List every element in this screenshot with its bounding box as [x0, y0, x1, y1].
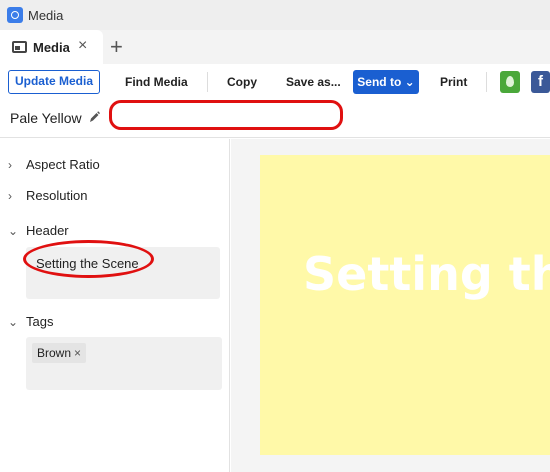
add-tab-button[interactable]: +	[110, 34, 123, 60]
section-label: Header	[26, 223, 69, 238]
tab-label: Media	[33, 40, 70, 55]
find-media-button[interactable]: Find Media	[125, 70, 188, 94]
document-name-row: Pale Yellow	[0, 100, 550, 138]
close-tab-icon[interactable]: ×	[78, 37, 87, 55]
send-to-button[interactable]: Send to ⌄	[353, 70, 419, 94]
tags-field[interactable]: Brown ×	[26, 337, 222, 390]
image-icon	[12, 41, 27, 53]
remove-tag-icon[interactable]: ×	[74, 346, 81, 360]
section-label: Resolution	[26, 188, 88, 203]
pencil-icon[interactable]	[88, 110, 100, 124]
name-input-highlight[interactable]	[109, 100, 343, 130]
tab-media[interactable]: Media ×	[0, 30, 103, 64]
chevron-down-icon: ⌄	[8, 224, 19, 238]
header-text-field[interactable]: Setting the Scene	[23, 240, 220, 299]
green-extension-icon[interactable]	[500, 71, 520, 93]
media-canvas: Setting the Scene	[260, 155, 550, 455]
chevron-right-icon: ›	[8, 189, 12, 203]
tag-label: Brown	[37, 346, 72, 360]
app-icon	[7, 7, 23, 23]
section-label: Tags	[26, 314, 54, 329]
toolbar-divider	[207, 72, 208, 92]
print-button[interactable]: Print	[440, 70, 467, 94]
update-media-button[interactable]: Update Media	[8, 70, 100, 94]
properties-sidebar: › Aspect Ratio › Resolution ⌄ Header Set…	[0, 139, 230, 472]
tab-bar: Media × +	[0, 30, 550, 64]
chevron-down-icon: ⌄	[8, 315, 19, 329]
copy-button[interactable]: Copy	[227, 70, 257, 94]
chevron-right-icon: ›	[8, 158, 12, 172]
tag-chip: Brown ×	[32, 343, 87, 363]
section-label: Aspect Ratio	[26, 157, 100, 172]
toolbar-divider	[486, 72, 487, 92]
title-bar: Media	[0, 0, 550, 30]
window-title: Media	[28, 8, 64, 23]
save-as-button[interactable]: Save as...	[286, 70, 341, 94]
annotation-circle	[23, 240, 154, 278]
document-name: Pale Yellow	[10, 110, 82, 126]
facebook-icon[interactable]: f	[531, 71, 550, 93]
canvas-header-text: Setting the Scene	[303, 247, 550, 301]
toolbar: Update Media Find Media Copy Save as... …	[0, 64, 550, 100]
